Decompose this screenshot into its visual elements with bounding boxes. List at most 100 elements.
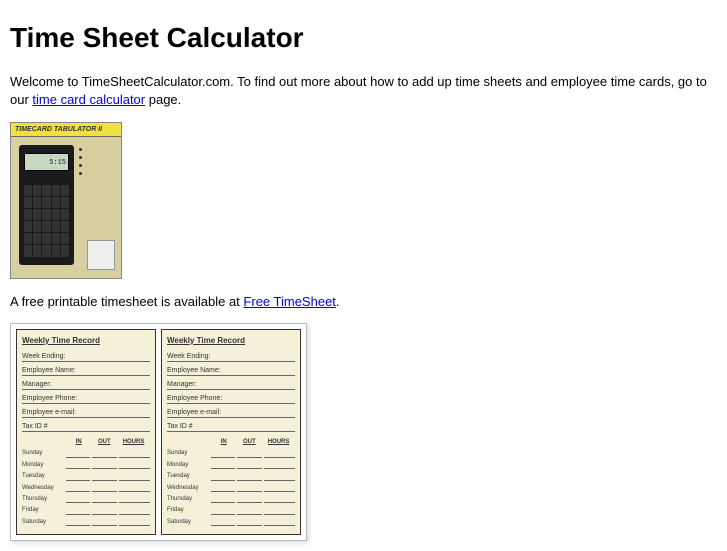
timesheet-cell (211, 507, 235, 515)
timesheet-row: Friday (167, 506, 295, 514)
timesheet-cell (211, 450, 235, 458)
timesheet-sample-image: Weekly Time Record Week Ending: Employee N… (10, 323, 307, 541)
timesheet-cell (66, 473, 90, 481)
timesheet-header-cell: HOURS (117, 438, 150, 446)
timesheet-day-label: Friday (22, 506, 64, 514)
time-card-calculator-link[interactable]: time card calculator (32, 92, 145, 107)
timesheet-cell (237, 450, 261, 458)
timesheet-cell (264, 518, 295, 526)
timesheet-cell (119, 507, 150, 515)
timesheet-cell (66, 507, 90, 515)
timesheet-cell (119, 450, 150, 458)
timesheet-cell (119, 473, 150, 481)
timesheet-field: Employee Name: (167, 366, 295, 376)
timesheet-cell (237, 507, 261, 515)
timesheet-cell (66, 484, 90, 492)
timesheet-field: Week Ending: (22, 352, 150, 362)
timesheet-cell (264, 473, 295, 481)
timesheet-row: Sunday (167, 449, 295, 457)
timesheet-field: Manager: (167, 380, 295, 390)
timesheet-cell (92, 495, 116, 503)
timesheet-title: Weekly Time Record (22, 335, 150, 346)
timesheet-day-label: Monday (167, 461, 209, 469)
timesheet-title: Weekly Time Record (167, 335, 295, 346)
timesheet-cell (66, 461, 90, 469)
timesheet-row: Saturday (167, 518, 295, 526)
timesheet-cell (66, 495, 90, 503)
timesheet-cell (211, 495, 235, 503)
timesheet-cell (264, 461, 295, 469)
timesheet-row: Thursday (167, 495, 295, 503)
timesheet-row: Wednesday (167, 484, 295, 492)
second-text-before: A free printable timesheet is available … (10, 294, 243, 309)
timesheet-row: Monday (22, 461, 150, 469)
timesheet-field: Employee Phone: (22, 394, 150, 404)
second-paragraph: A free printable timesheet is available … (10, 293, 717, 311)
timesheet-cell (237, 518, 261, 526)
timesheet-cell (92, 507, 116, 515)
timesheet-day-label: Wednesday (167, 484, 209, 492)
timesheet-row: Wednesday (22, 484, 150, 492)
timesheet-column-headers: INOUTHOURS (22, 438, 150, 446)
timesheet-header-cell: OUT (236, 438, 262, 446)
calculator-header-label: TIMECARD TABULATOR II (11, 123, 121, 138)
timesheet-cell (92, 484, 116, 492)
timesheet-cell (211, 473, 235, 481)
timesheet-cell (264, 507, 295, 515)
timesheet-header-cell: OUT (91, 438, 117, 446)
timesheet-cell (237, 473, 261, 481)
calculator-screen: 5:15 (24, 153, 69, 171)
timesheet-field: Tax ID # (22, 422, 150, 432)
timesheet-day-label: Tuesday (22, 472, 64, 480)
timesheet-day-label: Sunday (167, 449, 209, 457)
timesheet-cell (237, 461, 261, 469)
timesheet-row: Sunday (22, 449, 150, 457)
timesheet-day-label: Thursday (22, 495, 64, 503)
timesheet-cell (92, 461, 116, 469)
timesheet-cell (66, 450, 90, 458)
timesheet-row: Tuesday (22, 472, 150, 480)
timesheet-row: Saturday (22, 518, 150, 526)
timesheet-day-label: Wednesday (22, 484, 64, 492)
timesheet-field: Employee Name: (22, 366, 150, 376)
calculator-features (79, 147, 117, 179)
timesheet-cell (119, 518, 150, 526)
timesheet-day-label: Tuesday (167, 472, 209, 480)
timesheet-day-label: Thursday (167, 495, 209, 503)
timesheet-cell (237, 495, 261, 503)
timesheet-cell (211, 518, 235, 526)
timesheet-header-cell: HOURS (262, 438, 295, 446)
timesheet-cell (119, 461, 150, 469)
timesheet-cell (119, 495, 150, 503)
timesheet-cell (237, 484, 261, 492)
free-timesheet-link[interactable]: Free TimeSheet (243, 294, 336, 309)
timesheet-row: Tuesday (167, 472, 295, 480)
timesheet-cell (264, 450, 295, 458)
timesheet-cell (66, 518, 90, 526)
timesheet-field: Employee Phone: (167, 394, 295, 404)
timesheet-row: Thursday (22, 495, 150, 503)
intro-paragraph: Welcome to TimeSheetCalculator.com. To f… (10, 73, 717, 109)
timesheet-column-left: Weekly Time Record Week Ending: Employee N… (16, 329, 156, 535)
timesheet-day-label: Monday (22, 461, 64, 469)
timesheet-cell (264, 495, 295, 503)
calculator-inset-image (87, 240, 115, 270)
timesheet-header-cell: IN (66, 438, 92, 446)
timesheet-field: Week Ending: (167, 352, 295, 362)
timesheet-row: Friday (22, 506, 150, 514)
timesheet-cell (211, 461, 235, 469)
timesheet-column-right: Weekly Time Record Week Ending: Employee N… (161, 329, 301, 535)
timesheet-field: Manager: (22, 380, 150, 390)
calculator-keypad (24, 185, 69, 257)
timesheet-header-cell (167, 438, 211, 446)
timesheet-cell (211, 484, 235, 492)
timesheet-header-cell: IN (211, 438, 237, 446)
timesheet-cell (92, 518, 116, 526)
calculator-body: 5:15 (19, 145, 74, 265)
second-text-after: . (336, 294, 340, 309)
timesheet-row: Monday (167, 461, 295, 469)
timesheet-day-label: Saturday (167, 518, 209, 526)
calculator-product-image: TIMECARD TABULATOR II 5:15 (10, 122, 122, 279)
timesheet-day-label: Sunday (22, 449, 64, 457)
timesheet-day-label: Saturday (22, 518, 64, 526)
